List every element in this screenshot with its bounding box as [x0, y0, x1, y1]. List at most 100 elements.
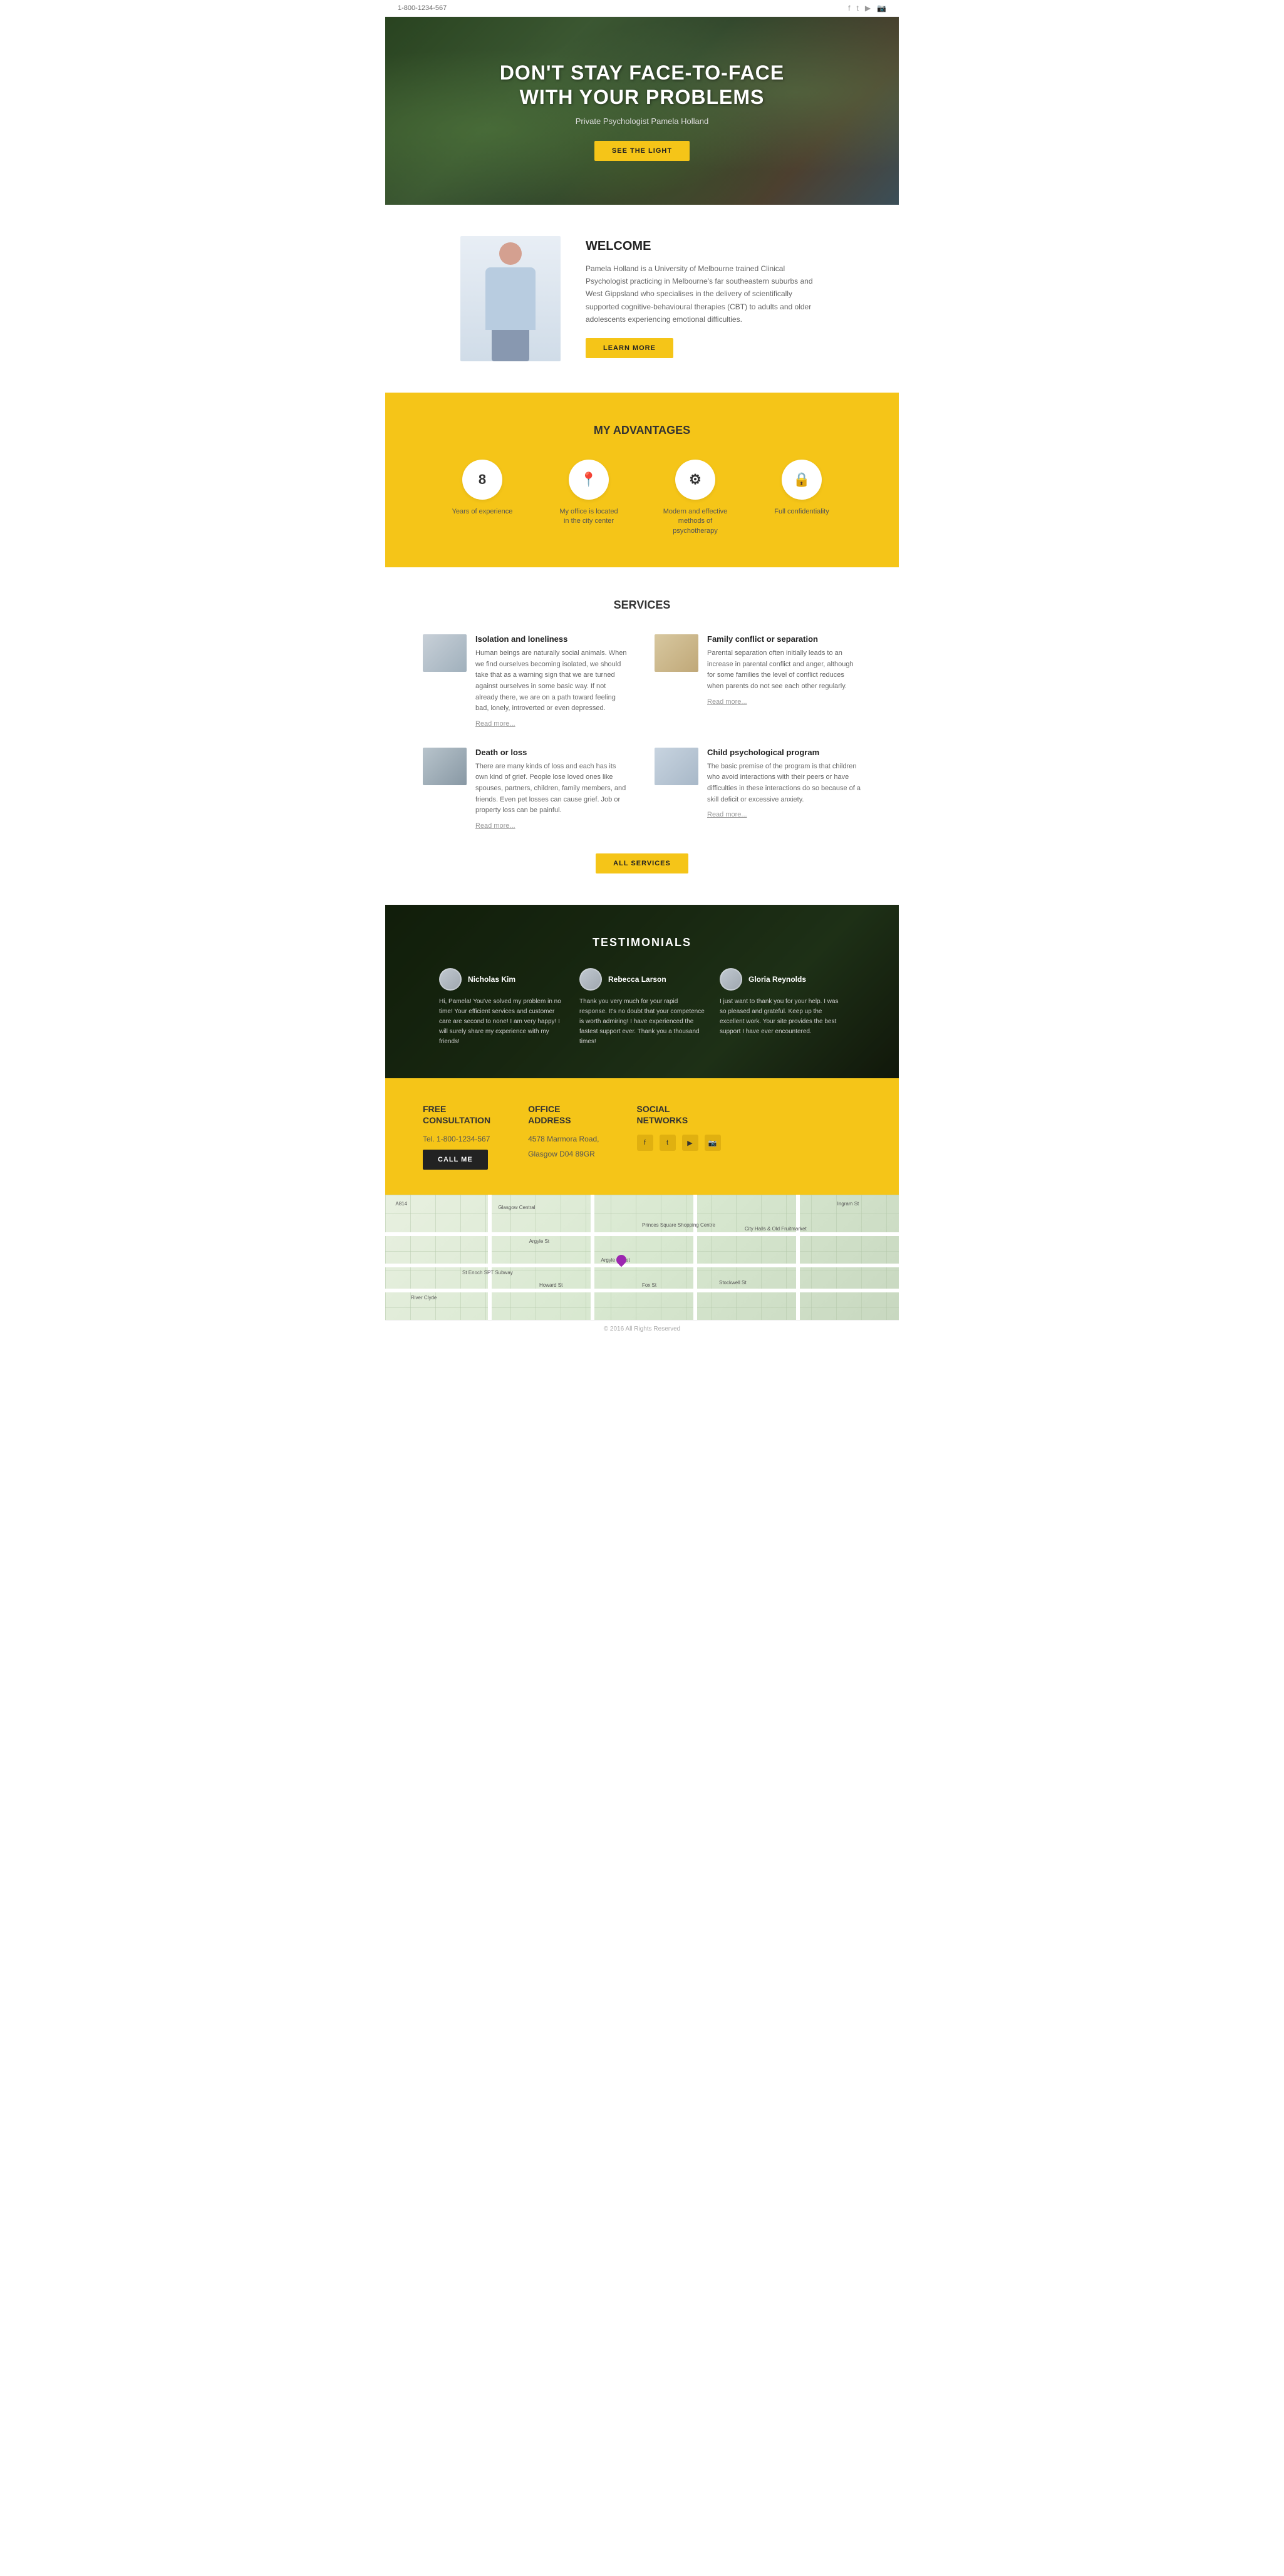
office-label: My office is locatedin the city center: [559, 507, 618, 527]
map-label-ingram: Ingram St: [837, 1201, 859, 1207]
copyright-text: © 2016 All Rights Reserved: [604, 1326, 680, 1332]
isolation-read-more[interactable]: Read more...: [475, 720, 515, 728]
family-body: Parental separation often initially lead…: [707, 648, 861, 692]
address-line2: Glasgow D04 89GR: [528, 1150, 599, 1158]
testimonials-title: TESTIMONIALS: [410, 936, 874, 949]
footer-social-col: SOCIALNETWORKS f t ▶ 📷: [637, 1103, 721, 1151]
confidentiality-label: Full confidentiality: [774, 507, 829, 517]
nicholas-avatar: [439, 968, 462, 991]
footer-address-col: OFFICEADDRESS 4578 Marmora Road, Glasgow…: [528, 1103, 599, 1165]
footer-copyright: © 2016 All Rights Reserved: [385, 1320, 899, 1337]
testimonial-nicholas: Nicholas Kim Hi, Pamela! You've solved m…: [439, 968, 564, 1047]
welcome-section: WELCOME Pamela Holland is a University o…: [385, 205, 899, 393]
rebecca-avatar: [579, 968, 602, 991]
footer-youtube-icon[interactable]: ▶: [682, 1135, 698, 1151]
map-label-4: City Halls & Old Fruitmarket: [745, 1226, 807, 1232]
topbar: 1-800-1234-567 f t ▶ 📷: [385, 0, 899, 17]
family-read-more[interactable]: Read more...: [707, 698, 747, 706]
hero-section: DON'T STAY FACE-TO-FACE WITH YOUR PROBLE…: [385, 17, 899, 205]
child-read-more[interactable]: Read more...: [707, 811, 747, 818]
call-me-button[interactable]: CALL ME: [423, 1150, 488, 1170]
instagram-icon[interactable]: 📷: [877, 4, 886, 13]
child-body: The basic premise of the program is that…: [707, 761, 861, 805]
map-road-v2: [591, 1195, 594, 1320]
isolation-title: Isolation and loneliness: [475, 634, 629, 644]
methods-label: Modern and effectivemethods of psychothe…: [658, 507, 733, 536]
footer-twitter-icon[interactable]: t: [660, 1135, 676, 1151]
death-read-more[interactable]: Read more...: [475, 822, 515, 830]
consultation-phone: Tel. 1-800-1234-567: [423, 1135, 490, 1143]
nicholas-text: Hi, Pamela! You've solved my problem in …: [439, 997, 564, 1047]
advantages-title: MY ADVANTAGES: [410, 424, 874, 437]
advantage-item-years: 8 Years of experience: [445, 460, 520, 536]
service-item-death: Death or loss There are many kinds of lo…: [423, 748, 629, 831]
advantage-item-office: 📍 My office is locatedin the city center: [551, 460, 626, 536]
methods-icon: ⚙: [675, 460, 715, 500]
welcome-learn-more-button[interactable]: LEARN MORE: [586, 338, 673, 358]
welcome-text: WELCOME Pamela Holland is a University o…: [586, 239, 824, 359]
footer-instagram-icon[interactable]: 📷: [705, 1135, 721, 1151]
services-section: SERVICES Isolation and loneliness Human …: [385, 567, 899, 905]
location-icon: 📍: [569, 460, 609, 500]
gloria-text: I just want to thank you for your help. …: [720, 997, 845, 1037]
testimonial-rebecca: Rebecca Larson Thank you very much for y…: [579, 968, 705, 1047]
years-label: Years of experience: [452, 507, 513, 517]
map-label-1: Glasgow Central: [498, 1205, 535, 1210]
services-button-wrapper: ALL SERVICES: [423, 853, 861, 873]
family-content: Family conflict or separation Parental s…: [707, 634, 861, 706]
map-label-9: Stockwell St: [719, 1280, 747, 1285]
death-thumbnail: [423, 748, 467, 785]
map-road-v1: [488, 1195, 492, 1320]
welcome-photo: [460, 236, 561, 361]
testimonial-gloria: Gloria Reynolds I just want to thank you…: [720, 968, 845, 1047]
hero-headline: DON'T STAY FACE-TO-FACE WITH YOUR PROBLE…: [500, 61, 784, 109]
consultation-title: FREECONSULTATION: [423, 1103, 490, 1126]
map-label-2: Argyle St: [529, 1239, 549, 1244]
isolation-content: Isolation and loneliness Human beings ar…: [475, 634, 629, 729]
services-title: SERVICES: [423, 599, 861, 612]
family-title: Family conflict or separation: [707, 634, 861, 644]
footer-consultation-col: FREECONSULTATION Tel. 1-800-1234-567 CAL…: [423, 1103, 490, 1170]
map-road-1: [385, 1232, 899, 1236]
map-road-v4: [796, 1195, 800, 1320]
testimonial-nicholas-header: Nicholas Kim: [439, 968, 564, 991]
map-label-7: Howard St: [539, 1282, 562, 1288]
map-road-2: [385, 1264, 899, 1267]
footer-cta-section: FREECONSULTATION Tel. 1-800-1234-567 CAL…: [385, 1078, 899, 1195]
footer-social-icons: f t ▶ 📷: [637, 1135, 721, 1151]
testimonial-gloria-header: Gloria Reynolds: [720, 968, 845, 991]
lock-icon: 🔒: [782, 460, 822, 500]
map-road-v3: [693, 1195, 697, 1320]
map-label-riverclyde: River Clyde: [411, 1295, 437, 1301]
family-thumbnail: [655, 634, 698, 672]
rebecca-text: Thank you very much for your rapid respo…: [579, 997, 705, 1047]
advantages-section: MY ADVANTAGES 8 Years of experience 📍 My…: [385, 393, 899, 567]
footer-facebook-icon[interactable]: f: [637, 1135, 653, 1151]
topbar-phone: 1-800-1234-567: [398, 4, 447, 12]
social-title: SOCIALNETWORKS: [637, 1103, 721, 1126]
map-label-8: Fox St: [642, 1282, 656, 1288]
advantages-grid: 8 Years of experience 📍 My office is loc…: [410, 460, 874, 536]
twitter-icon[interactable]: t: [856, 4, 858, 13]
map-label-6: St Enoch SPT Subway: [462, 1270, 513, 1275]
map-road-3: [385, 1289, 899, 1292]
hero-cta-button[interactable]: SEE THE LIGHT: [594, 141, 690, 161]
service-item-isolation: Isolation and loneliness Human beings ar…: [423, 634, 629, 729]
child-title: Child psychological program: [707, 748, 861, 757]
rebecca-name: Rebecca Larson: [608, 975, 666, 984]
youtube-icon[interactable]: ▶: [865, 4, 871, 13]
map-grid: Glasgow Central Argyle St Princes Square…: [385, 1195, 899, 1320]
death-body: There are many kinds of loss and each ha…: [475, 761, 629, 817]
advantage-item-confidentiality: 🔒 Full confidentiality: [764, 460, 839, 536]
all-services-button[interactable]: ALL SERVICES: [596, 853, 688, 873]
address-title: OFFICEADDRESS: [528, 1103, 599, 1126]
gloria-name: Gloria Reynolds: [748, 975, 806, 984]
services-grid: Isolation and loneliness Human beings ar…: [423, 634, 861, 831]
nicholas-name: Nicholas Kim: [468, 975, 515, 984]
advantage-item-methods: ⚙ Modern and effectivemethods of psychot…: [658, 460, 733, 536]
testimonials-grid: Nicholas Kim Hi, Pamela! You've solved m…: [410, 968, 874, 1047]
testimonial-rebecca-header: Rebecca Larson: [579, 968, 705, 991]
isolation-thumbnail: [423, 634, 467, 672]
facebook-icon[interactable]: f: [848, 4, 850, 13]
gloria-avatar: [720, 968, 742, 991]
